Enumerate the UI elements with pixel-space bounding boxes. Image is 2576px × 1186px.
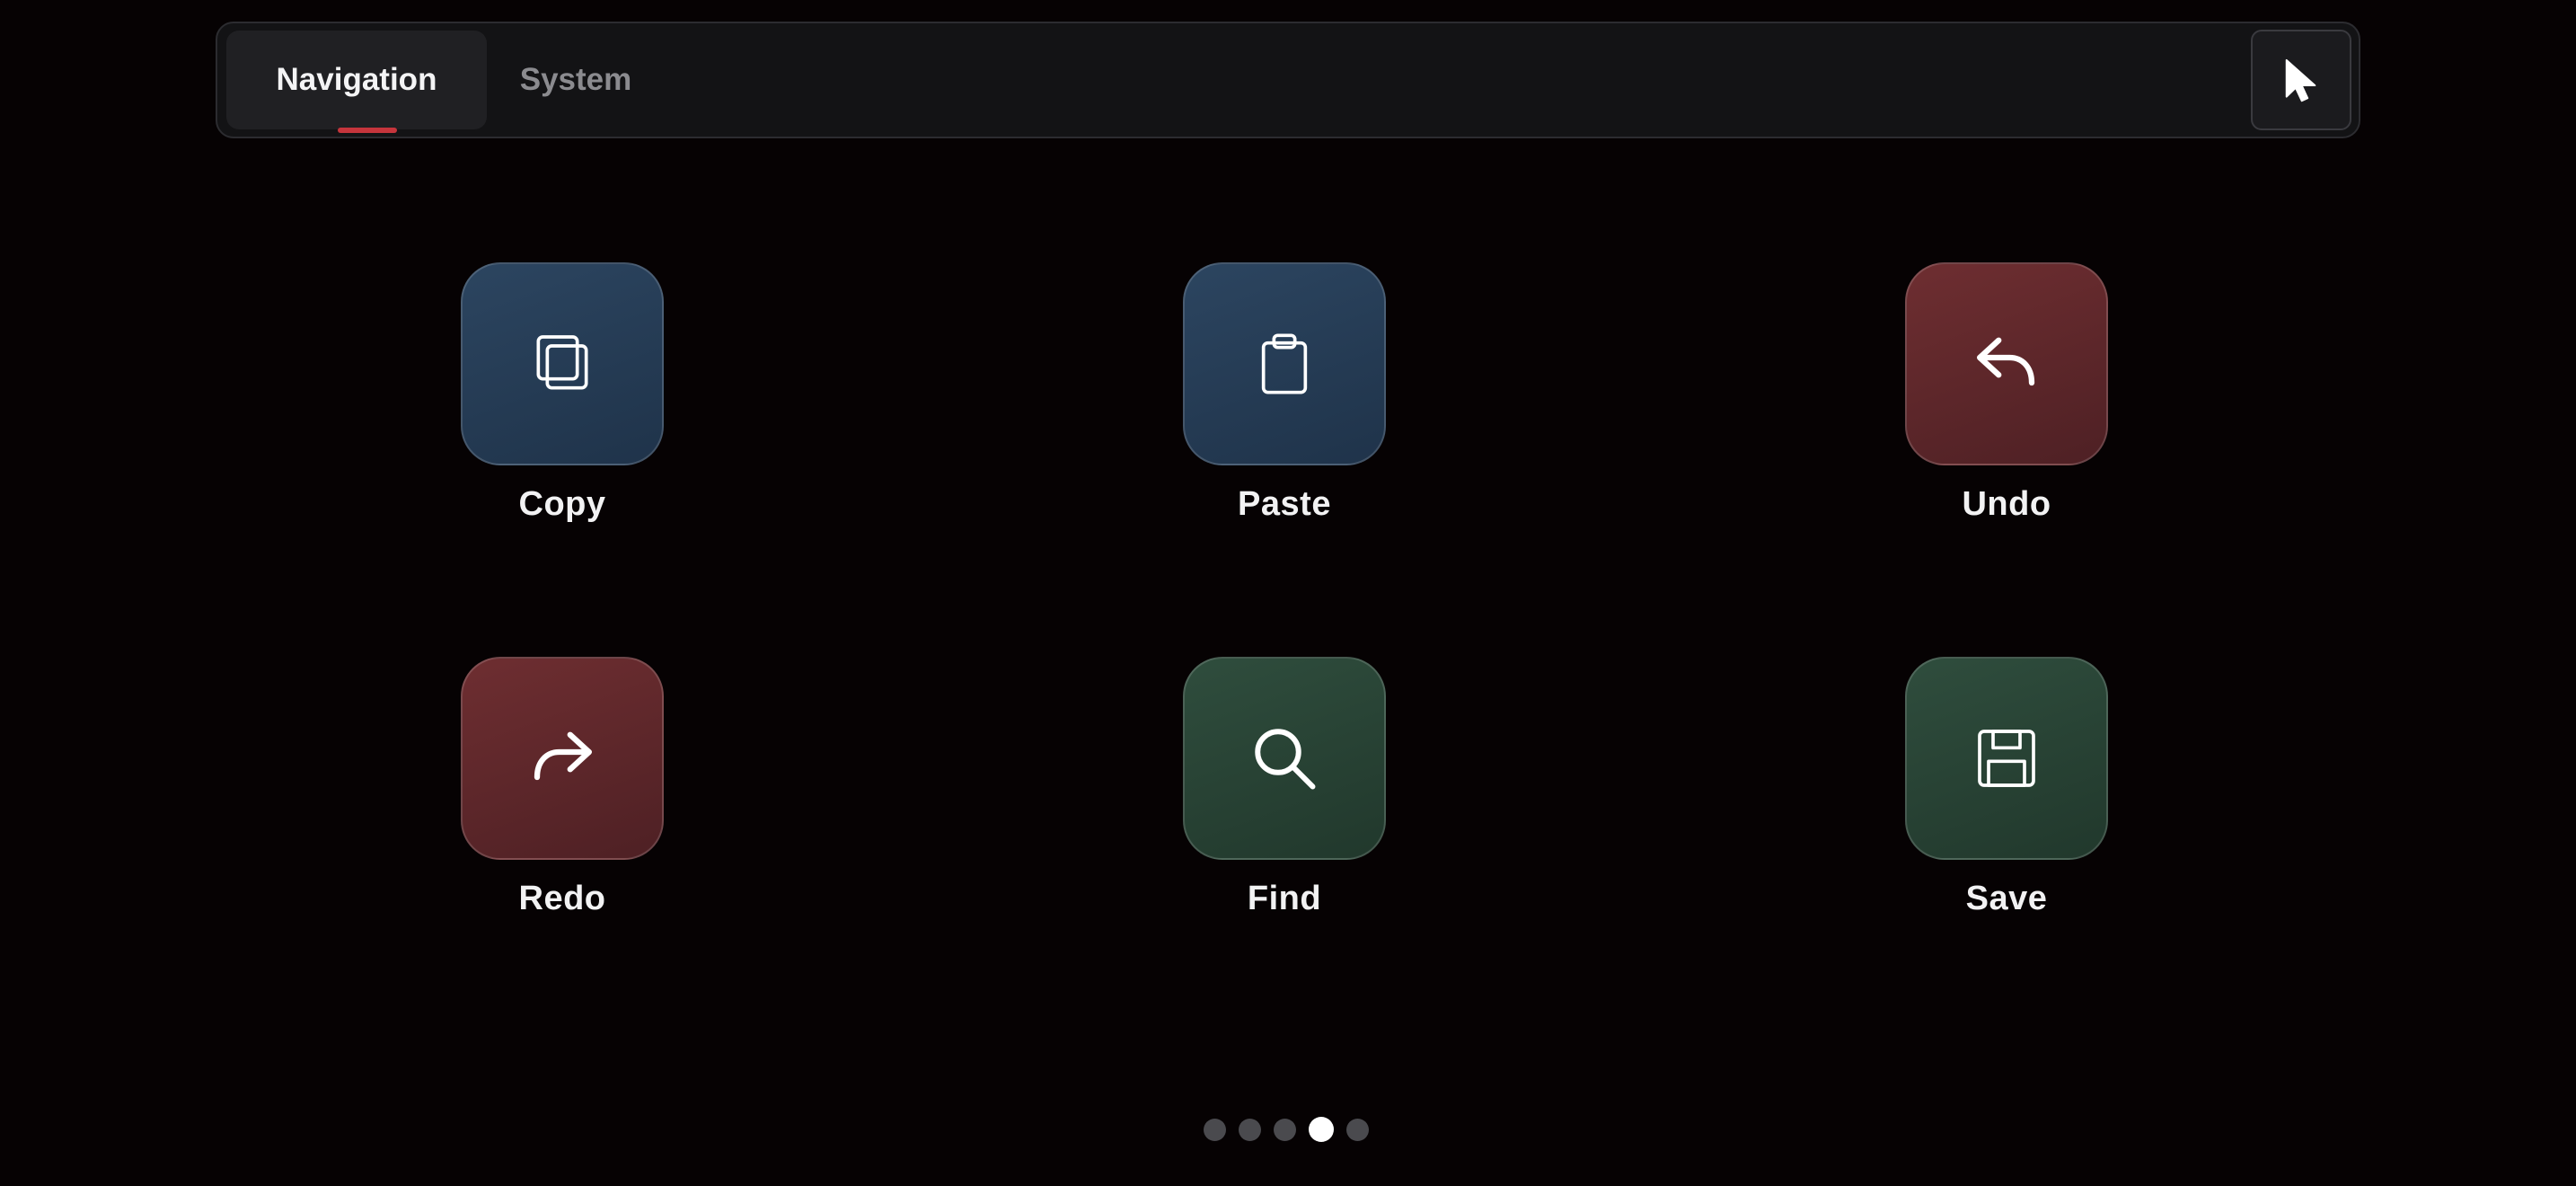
page-dot-3[interactable] (1274, 1118, 1296, 1141)
find-button[interactable]: Find (1150, 657, 1419, 944)
screen: Navigation System Copy Paste Undo Redo F… (0, 0, 2576, 1186)
page-dot-2[interactable] (1239, 1118, 1261, 1141)
tab-system[interactable]: System (499, 31, 652, 129)
undo-icon (1977, 337, 2035, 386)
cursor-arrow-icon (2285, 58, 2316, 102)
page-indicator (1204, 1117, 1369, 1142)
redo-label: Redo (518, 880, 606, 917)
paste-icon (1261, 333, 1308, 394)
page-dot-1[interactable] (1204, 1118, 1226, 1141)
search-icon (1255, 729, 1316, 790)
page-dot-5[interactable] (1346, 1118, 1369, 1141)
save-label: Save (1965, 880, 2048, 917)
paste-button[interactable]: Paste (1150, 262, 1419, 550)
active-tab-indicator (338, 128, 397, 133)
paste-tile (1183, 262, 1386, 465)
pointer-mode-button[interactable] (2251, 30, 2351, 130)
find-tile (1183, 657, 1386, 860)
paste-label: Paste (1238, 485, 1331, 523)
redo-tile (461, 657, 664, 860)
copy-label: Copy (518, 485, 606, 523)
top-tab-bar: Navigation System (216, 22, 2360, 138)
undo-label: Undo (1962, 485, 2051, 523)
redo-icon (534, 731, 592, 781)
save-tile (1905, 657, 2108, 860)
tab-system-label: System (519, 62, 632, 97)
tab-navigation-label: Navigation (276, 62, 437, 97)
undo-tile (1905, 262, 2108, 465)
copy-button[interactable]: Copy (428, 262, 697, 550)
page-dot-4[interactable] (1309, 1117, 1334, 1142)
copy-icon (536, 335, 588, 390)
save-icon (1978, 730, 2035, 787)
copy-tile (461, 262, 664, 465)
undo-button[interactable]: Undo (1872, 262, 2141, 550)
find-label: Find (1247, 880, 1322, 917)
redo-button[interactable]: Redo (428, 657, 697, 944)
save-button[interactable]: Save (1872, 657, 2141, 944)
tab-navigation[interactable]: Navigation (226, 31, 487, 133)
